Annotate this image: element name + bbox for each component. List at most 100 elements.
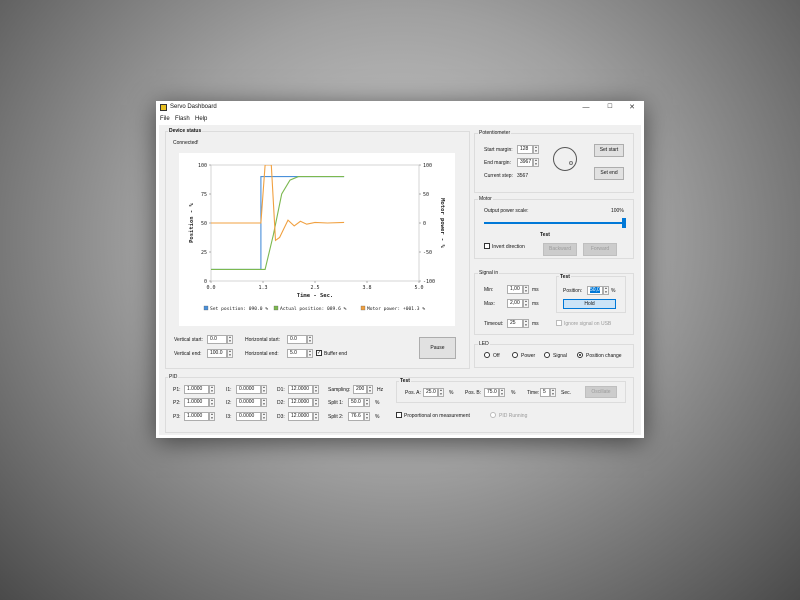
- led-power-radio[interactable]: [512, 352, 518, 358]
- split1-spinner[interactable]: ▲ ▼: [364, 398, 370, 407]
- vertical-end-input[interactable]: 100.0: [207, 349, 227, 358]
- x-tick-label: 0.0: [206, 285, 215, 291]
- minimize-button[interactable]: —: [576, 102, 596, 113]
- end-margin-spinner[interactable]: ▲ ▼: [533, 158, 539, 167]
- invert-direction-checkbox[interactable]: [484, 243, 490, 249]
- close-button[interactable]: ✕: [622, 102, 642, 113]
- output-power-label: Output power scale:: [484, 208, 529, 214]
- i2-spinner[interactable]: ▲ ▼: [261, 398, 267, 407]
- chart-panel: 0 25 50 75 100 -100 -50 0 50 100 0.0 1.3 2.5 3.8 5.0 Ti…: [179, 153, 455, 326]
- menu-help[interactable]: Help: [195, 116, 207, 122]
- led-off-radio[interactable]: [484, 352, 490, 358]
- main-window: Servo Dashboard — ☐ ✕ File Flash Help De…: [156, 101, 644, 438]
- d3-input[interactable]: 12.0000: [288, 412, 313, 421]
- horizontal-start-input[interactable]: 0.0: [287, 335, 307, 344]
- horizontal-start-spinner[interactable]: ▲ ▼: [307, 335, 313, 344]
- d2-spinner[interactable]: ▲ ▼: [313, 398, 319, 407]
- signal-min-spinner[interactable]: ▲ ▼: [523, 285, 529, 294]
- start-margin-spinner[interactable]: ▲ ▼: [533, 145, 539, 154]
- sampling-unit: Hz: [377, 387, 384, 393]
- led-signal-radio[interactable]: [544, 352, 550, 358]
- signal-max-input[interactable]: 2,00: [507, 299, 523, 308]
- pos-a-unit: %: [449, 390, 454, 396]
- pos-b-input[interactable]: 75.0: [484, 388, 499, 397]
- y2-tick-label: -100: [423, 279, 435, 285]
- horizontal-end-input[interactable]: 5.0: [287, 349, 307, 358]
- pos-a-input[interactable]: 25.0: [423, 388, 438, 397]
- menu-file[interactable]: File: [160, 116, 170, 122]
- i2-input[interactable]: 0.0000: [236, 398, 261, 407]
- start-margin-input[interactable]: 128: [517, 145, 533, 154]
- y2-tick-label: 50: [423, 192, 429, 198]
- p1-spinner[interactable]: ▲ ▼: [209, 385, 215, 394]
- vertical-start-spinner[interactable]: ▲ ▼: [227, 335, 233, 344]
- x-axis-label: Time - Sec.: [297, 293, 333, 299]
- set-end-button[interactable]: Set end: [594, 167, 624, 180]
- output-power-slider-thumb[interactable]: [622, 218, 626, 228]
- buffer-end-checkbox[interactable]: ✓: [316, 350, 322, 356]
- menu-bar: File Flash Help: [156, 115, 644, 125]
- split1-unit: %: [375, 400, 380, 406]
- p1-input[interactable]: 1.0000: [184, 385, 209, 394]
- horizontal-end-spinner[interactable]: ▲ ▼: [307, 349, 313, 358]
- end-margin-input[interactable]: 3967: [517, 158, 533, 167]
- signal-min-input[interactable]: 1,00: [507, 285, 523, 294]
- set-start-button[interactable]: Set start: [594, 144, 624, 157]
- y-tick-label: 25: [201, 250, 207, 256]
- pos-b-spinner[interactable]: ▲ ▼: [499, 388, 505, 397]
- led-position-change-label: Position change: [586, 353, 622, 359]
- timeout-input[interactable]: 25: [507, 319, 523, 328]
- p2-input[interactable]: 1.0000: [184, 398, 209, 407]
- end-margin-label: End margin:: [484, 160, 511, 166]
- forward-button[interactable]: Forward: [583, 243, 617, 256]
- hold-button[interactable]: Hold: [563, 299, 616, 309]
- i3-input[interactable]: 0.0000: [236, 412, 261, 421]
- d1-spinner[interactable]: ▲ ▼: [313, 385, 319, 394]
- motor-title: Motor: [478, 196, 493, 202]
- time-input[interactable]: 5: [540, 388, 550, 397]
- ignore-usb-checkbox[interactable]: [556, 320, 562, 326]
- vertical-end-spinner[interactable]: ▲ ▼: [227, 349, 233, 358]
- time-spinner[interactable]: ▲ ▼: [550, 388, 556, 397]
- led-position-change-radio[interactable]: [577, 352, 583, 358]
- pos-a-spinner[interactable]: ▲ ▼: [438, 388, 444, 397]
- pause-button[interactable]: Pause: [419, 337, 456, 359]
- split2-spinner[interactable]: ▲ ▼: [364, 412, 370, 421]
- sampling-spinner[interactable]: ▲ ▼: [367, 385, 373, 394]
- menu-flash[interactable]: Flash: [175, 116, 190, 122]
- d3-spinner[interactable]: ▲ ▼: [313, 412, 319, 421]
- test-position-spinner[interactable]: ▲ ▼: [603, 286, 609, 295]
- p3-spinner[interactable]: ▲ ▼: [209, 412, 215, 421]
- p3-input[interactable]: 1.0000: [184, 412, 209, 421]
- split2-input[interactable]: 76.6: [348, 412, 364, 421]
- d2-input[interactable]: 12.0000: [288, 398, 313, 407]
- maximize-button[interactable]: ☐: [600, 102, 620, 113]
- signal-max-spinner[interactable]: ▲ ▼: [523, 299, 529, 308]
- i3-spinner[interactable]: ▲ ▼: [261, 412, 267, 421]
- backward-button[interactable]: Backward: [543, 243, 577, 256]
- test-position-input[interactable]: 50,0: [587, 286, 603, 295]
- signal-min-unit: ms: [532, 287, 539, 293]
- i1-spinner[interactable]: ▲ ▼: [261, 385, 267, 394]
- servo-app-icon: [160, 104, 167, 111]
- pos-a-label: Pos. A:: [405, 390, 421, 396]
- output-power-slider-fill: [484, 222, 626, 224]
- led-off-label: Off: [493, 353, 500, 359]
- y2-tick-label: -50: [423, 250, 432, 256]
- title-bar[interactable]: Servo Dashboard — ☐ ✕: [156, 101, 644, 115]
- d2-label: D2:: [277, 400, 285, 406]
- p2-spinner[interactable]: ▲ ▼: [209, 398, 215, 407]
- led-title: LED: [478, 341, 490, 347]
- d1-input[interactable]: 12.0000: [288, 385, 313, 394]
- legend-swatch-2: [360, 305, 366, 311]
- timeout-label: Timeout:: [484, 321, 504, 327]
- vertical-start-input[interactable]: 0.0: [207, 335, 227, 344]
- timeout-spinner[interactable]: ▲ ▼: [523, 319, 529, 328]
- i1-input[interactable]: 0.0000: [236, 385, 261, 394]
- output-power-slider[interactable]: [484, 218, 626, 228]
- split1-input[interactable]: 50.0: [348, 398, 364, 407]
- signal-max-unit: ms: [532, 301, 539, 307]
- sampling-input[interactable]: 200: [353, 385, 367, 394]
- proportional-checkbox[interactable]: [396, 412, 402, 418]
- oscillate-button[interactable]: Oscillate: [585, 386, 617, 398]
